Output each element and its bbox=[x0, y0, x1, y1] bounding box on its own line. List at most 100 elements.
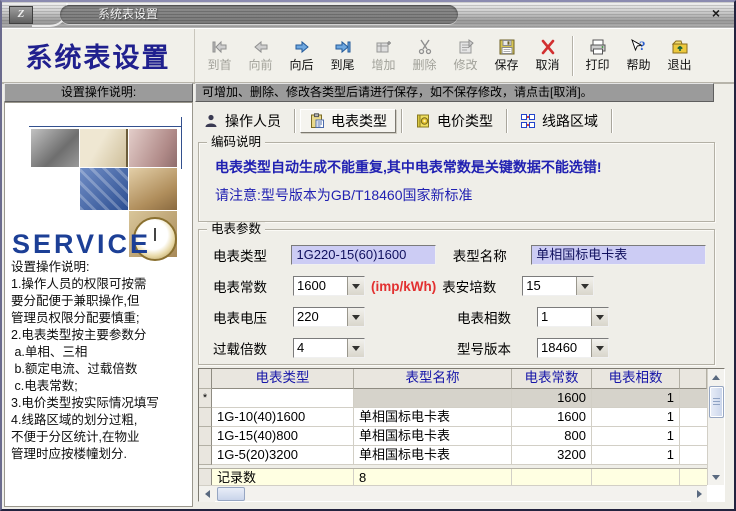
table-row[interactable]: 1G-10(40)1600 单相国标电卡表 1600 1 bbox=[199, 408, 707, 427]
clipboard-icon bbox=[309, 113, 325, 129]
goto-last-icon bbox=[333, 39, 353, 55]
version-select[interactable]: 18460 bbox=[537, 338, 609, 358]
notice-bar: 可增加、删除、修改各类型后请进行保存，如不保存修改，请点击[取消]。 bbox=[195, 83, 714, 102]
help-button[interactable]: ? 帮助 bbox=[618, 33, 659, 79]
vertical-scrollbar[interactable] bbox=[707, 369, 724, 485]
tab-operators-label: 操作人员 bbox=[225, 113, 281, 129]
cell-phase[interactable]: 1 bbox=[592, 408, 680, 427]
table-row[interactable]: 1G-5(20)3200 单相国标电卡表 3200 1 bbox=[199, 446, 707, 465]
tab-line-region[interactable]: 线路区域 bbox=[512, 109, 606, 133]
app-window: Z 系统表设置 × 系统表设置 到首 向前 向后 到尾 增加 删除 修改 保存 … bbox=[0, 0, 736, 511]
cell-constant[interactable]: 1600 bbox=[512, 389, 592, 408]
goto-last-label: 到尾 bbox=[330, 57, 355, 72]
meter-type-grid: 电表类型 表型名称 电表常数 电表相数 * 1600 1 1G-10(40)16… bbox=[198, 368, 725, 502]
column-header-constant[interactable]: 电表常数 bbox=[512, 369, 592, 389]
cell-meter-type[interactable]: 1G-15(40)800 bbox=[212, 427, 354, 446]
instruction-text: 设置操作说明: 1.操作人员的权限可按需 要分配便于兼职操作,但 管理员权限分配… bbox=[11, 260, 159, 461]
scroll-right-icon[interactable] bbox=[691, 485, 707, 502]
chevron-down-icon[interactable] bbox=[347, 339, 364, 357]
tab-line-region-label: 线路区域 bbox=[542, 113, 598, 129]
ampere-select[interactable]: 15 bbox=[522, 276, 595, 296]
cell-phase[interactable]: 1 bbox=[592, 389, 680, 408]
add-label: 增加 bbox=[371, 57, 396, 72]
vertical-scroll-thumb[interactable] bbox=[708, 386, 724, 418]
table-row[interactable]: * 1600 1 bbox=[199, 389, 707, 408]
chevron-down-icon[interactable] bbox=[347, 308, 364, 326]
cell-phase[interactable]: 1 bbox=[592, 427, 680, 446]
goto-first-button[interactable]: 到首 bbox=[199, 33, 240, 79]
phase-value: 1 bbox=[541, 309, 549, 324]
tab-meter-type[interactable]: 电表类型 bbox=[300, 109, 396, 133]
service-text: SERVICE bbox=[12, 229, 152, 259]
cell-meter-type[interactable]: 1G-10(40)1600 bbox=[212, 408, 354, 427]
cell-constant[interactable]: 800 bbox=[512, 427, 592, 446]
cell-constant[interactable]: 1600 bbox=[512, 408, 592, 427]
tab-separator bbox=[294, 109, 295, 133]
photo-tools bbox=[129, 129, 177, 167]
tab-separator bbox=[611, 109, 612, 133]
print-label: 打印 bbox=[585, 57, 610, 72]
voltage-value: 220 bbox=[297, 309, 319, 324]
add-record-icon bbox=[374, 39, 394, 55]
column-header-meter-type[interactable]: 电表类型 bbox=[212, 369, 354, 389]
meter-constant-unit: (imp/kWh) bbox=[371, 278, 437, 294]
cell-meter-type[interactable] bbox=[212, 389, 354, 408]
cell-model-name[interactable]: 单相国标电卡表 bbox=[354, 408, 512, 427]
horizontal-scroll-thumb[interactable] bbox=[217, 486, 245, 501]
cell-phase[interactable]: 1 bbox=[592, 446, 680, 465]
add-button[interactable]: 增加 bbox=[363, 33, 404, 79]
tab-price-type[interactable]: 电价类型 bbox=[407, 109, 501, 133]
cancel-button[interactable]: 取消 bbox=[527, 33, 568, 79]
chevron-down-icon[interactable] bbox=[347, 277, 364, 295]
meter-type-field[interactable]: 1G220-15(60)1600 bbox=[291, 245, 436, 265]
cell-model-name[interactable]: 单相国标电卡表 bbox=[354, 446, 512, 465]
goto-last-button[interactable]: 到尾 bbox=[322, 33, 363, 79]
chevron-down-icon[interactable] bbox=[591, 339, 608, 357]
tab-operators[interactable]: 操作人员 bbox=[195, 109, 289, 133]
svg-text:?: ? bbox=[639, 39, 646, 53]
tab-meter-type-label: 电表类型 bbox=[331, 113, 387, 129]
decorative-line-vertical bbox=[181, 117, 182, 169]
save-button[interactable]: 保存 bbox=[486, 33, 527, 79]
exit-button[interactable]: 退出 bbox=[659, 33, 700, 79]
scroll-left-icon[interactable] bbox=[199, 485, 215, 502]
column-header-model-name[interactable]: 表型名称 bbox=[354, 369, 512, 389]
column-header-phase[interactable]: 电表相数 bbox=[592, 369, 680, 389]
cell-extra bbox=[680, 446, 707, 465]
window-title: 系统表设置 bbox=[60, 5, 458, 24]
voltage-select[interactable]: 220 bbox=[293, 307, 365, 327]
cell-meter-type[interactable]: 1G-5(20)3200 bbox=[212, 446, 354, 465]
voltage-label: 电表电压 bbox=[213, 311, 267, 326]
row-marker bbox=[199, 427, 212, 446]
print-button[interactable]: 打印 bbox=[577, 33, 618, 79]
overload-select[interactable]: 4 bbox=[293, 338, 365, 358]
meter-constant-select[interactable]: 1600 bbox=[293, 276, 365, 296]
version-label: 型号版本 bbox=[457, 342, 511, 357]
scroll-up-icon[interactable] bbox=[708, 369, 724, 385]
cell-constant[interactable]: 3200 bbox=[512, 446, 592, 465]
edit-note-icon bbox=[456, 38, 476, 55]
model-name-field[interactable]: 单相国标电卡表 bbox=[531, 245, 706, 265]
scroll-down-icon[interactable] bbox=[708, 469, 724, 485]
coding-note-text: 请注意:型号版本为GB/T18460国家新标准 bbox=[215, 187, 473, 203]
chevron-down-icon[interactable] bbox=[576, 277, 594, 295]
previous-button[interactable]: 向前 bbox=[240, 33, 281, 79]
footer-empty-cell bbox=[680, 469, 707, 485]
record-count-label: 记录数 bbox=[212, 469, 354, 485]
chevron-down-icon[interactable] bbox=[591, 308, 608, 326]
horizontal-scrollbar[interactable] bbox=[199, 485, 707, 502]
modify-label: 修改 bbox=[453, 57, 478, 72]
modify-button[interactable]: 修改 bbox=[445, 33, 486, 79]
tab-bar: 操作人员 电表类型 电价类型 线路区域 bbox=[195, 106, 725, 136]
table-row[interactable]: 1G-15(40)800 单相国标电卡表 800 1 bbox=[199, 427, 707, 446]
phase-select[interactable]: 1 bbox=[537, 307, 609, 327]
footer-empty-cell bbox=[592, 469, 680, 485]
close-icon[interactable]: × bbox=[704, 5, 728, 23]
row-marker bbox=[199, 469, 212, 485]
cell-model-name[interactable]: 单相国标电卡表 bbox=[354, 427, 512, 446]
cell-model-name[interactable] bbox=[354, 389, 512, 408]
delete-button[interactable]: 删除 bbox=[404, 33, 445, 79]
row-marker: * bbox=[199, 389, 212, 408]
next-button[interactable]: 向后 bbox=[281, 33, 322, 79]
row-marker bbox=[199, 408, 212, 427]
